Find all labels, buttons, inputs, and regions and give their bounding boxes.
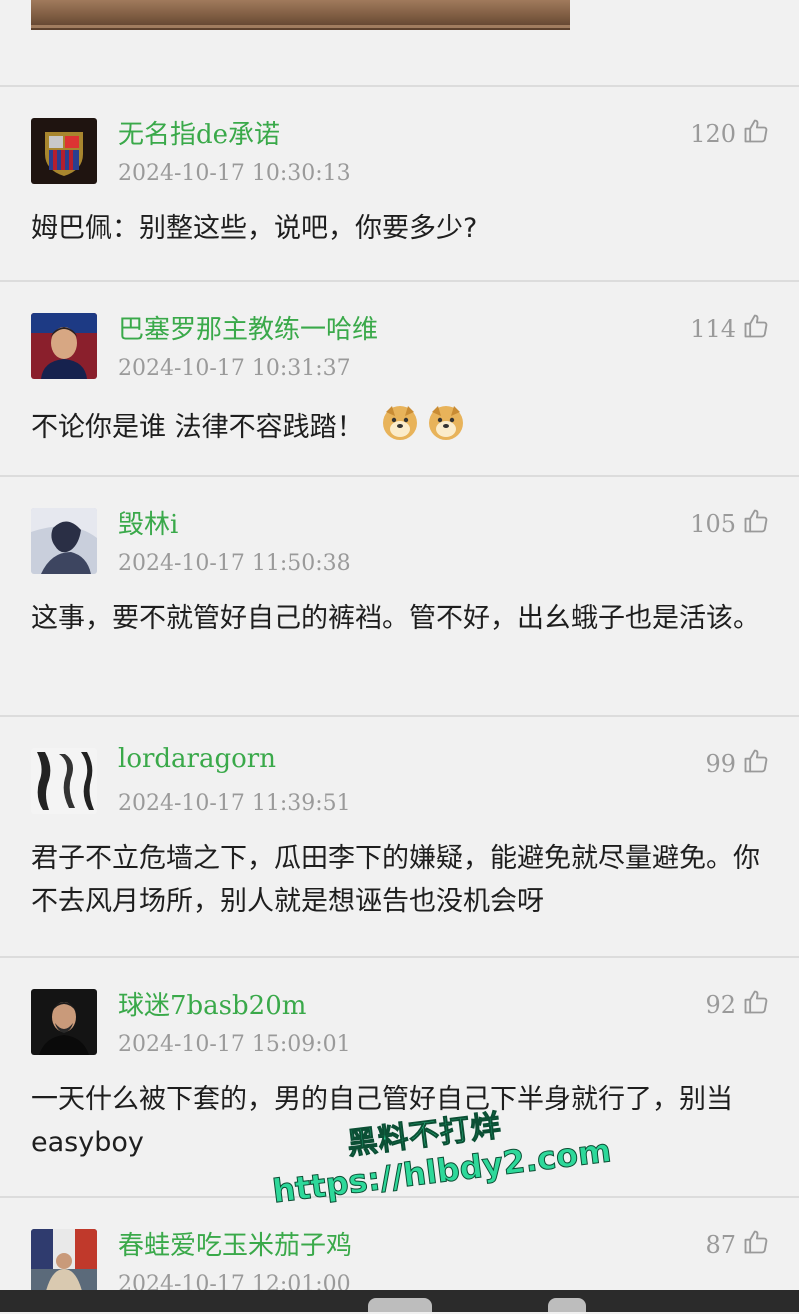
thumbs-up-icon <box>736 312 770 346</box>
like-button[interactable]: 114 <box>690 312 770 346</box>
like-count: 120 <box>690 120 736 148</box>
comment-item: lordaragorn 2024-10-17 11:39:51 99 君子不立危… <box>0 715 799 957</box>
avatar[interactable] <box>31 508 97 574</box>
thumbs-up-icon <box>736 1228 770 1262</box>
like-count: 87 <box>705 1231 736 1259</box>
thumbs-up-icon <box>736 507 770 541</box>
doge-emoji-icon <box>380 402 420 455</box>
like-button[interactable]: 87 <box>705 1228 770 1262</box>
username[interactable]: 毁林i <box>118 504 178 541</box>
like-button[interactable]: 99 <box>705 747 770 781</box>
recents-button[interactable] <box>548 1298 586 1312</box>
like-count: 105 <box>690 510 736 538</box>
system-nav-bar <box>0 1290 799 1312</box>
timestamp: 2024-10-17 11:50:38 <box>118 551 351 576</box>
username[interactable]: 巴塞罗那主教练一哈维 <box>118 309 378 346</box>
like-count: 92 <box>705 991 736 1019</box>
thumbs-up-icon <box>736 988 770 1022</box>
avatar[interactable] <box>31 748 97 814</box>
home-button[interactable] <box>368 1298 432 1312</box>
username[interactable]: 球迷7basb20m <box>118 985 306 1022</box>
avatar[interactable] <box>31 989 97 1055</box>
username[interactable]: 春蛙爱吃玉米茄子鸡 <box>118 1225 352 1262</box>
comment-text: 君子不立危墙之下，瓜田李下的嫌疑，能避免就尽量避免。你不去风月场所，别人就是想诬… <box>31 843 760 917</box>
like-count: 99 <box>705 750 736 778</box>
username[interactable]: lordaragorn <box>118 744 276 774</box>
thumbs-up-icon <box>736 747 770 781</box>
like-button[interactable]: 120 <box>690 117 770 151</box>
article-image[interactable] <box>31 0 570 30</box>
comment-item: 无名指de承诺 2024-10-17 10:30:13 120 姆巴佩：别整这些… <box>0 85 799 281</box>
timestamp: 2024-10-17 10:31:37 <box>118 356 351 381</box>
username[interactable]: 无名指de承诺 <box>118 114 280 151</box>
like-button[interactable]: 92 <box>705 988 770 1022</box>
avatar[interactable] <box>31 118 97 184</box>
avatar[interactable] <box>31 1229 97 1295</box>
comment-item: 巴塞罗那主教练一哈维 2024-10-17 10:31:37 114 不论你是谁… <box>0 280 799 476</box>
timestamp: 2024-10-17 15:09:01 <box>118 1032 351 1057</box>
comment-text: 姆巴佩：别整这些，说吧，你要多少? <box>31 213 478 244</box>
avatar[interactable] <box>31 313 97 379</box>
comment-text: 不论你是谁 法律不容践踏！ <box>31 402 773 455</box>
timestamp: 2024-10-17 10:30:13 <box>118 161 351 186</box>
like-count: 114 <box>690 315 736 343</box>
timestamp: 2024-10-17 11:39:51 <box>118 791 351 816</box>
comment-item: 毁林i 2024-10-17 11:50:38 105 这事，要不就管好自己的裤… <box>0 475 799 716</box>
thumbs-up-icon <box>736 117 770 151</box>
comment-text-content: 不论你是谁 法律不容践踏！ <box>31 412 364 443</box>
comment-text: 这事，要不就管好自己的裤裆。管不好，出幺蛾子也是活该。 <box>31 603 760 634</box>
like-button[interactable]: 105 <box>690 507 770 541</box>
doge-emoji-icon <box>426 402 466 455</box>
